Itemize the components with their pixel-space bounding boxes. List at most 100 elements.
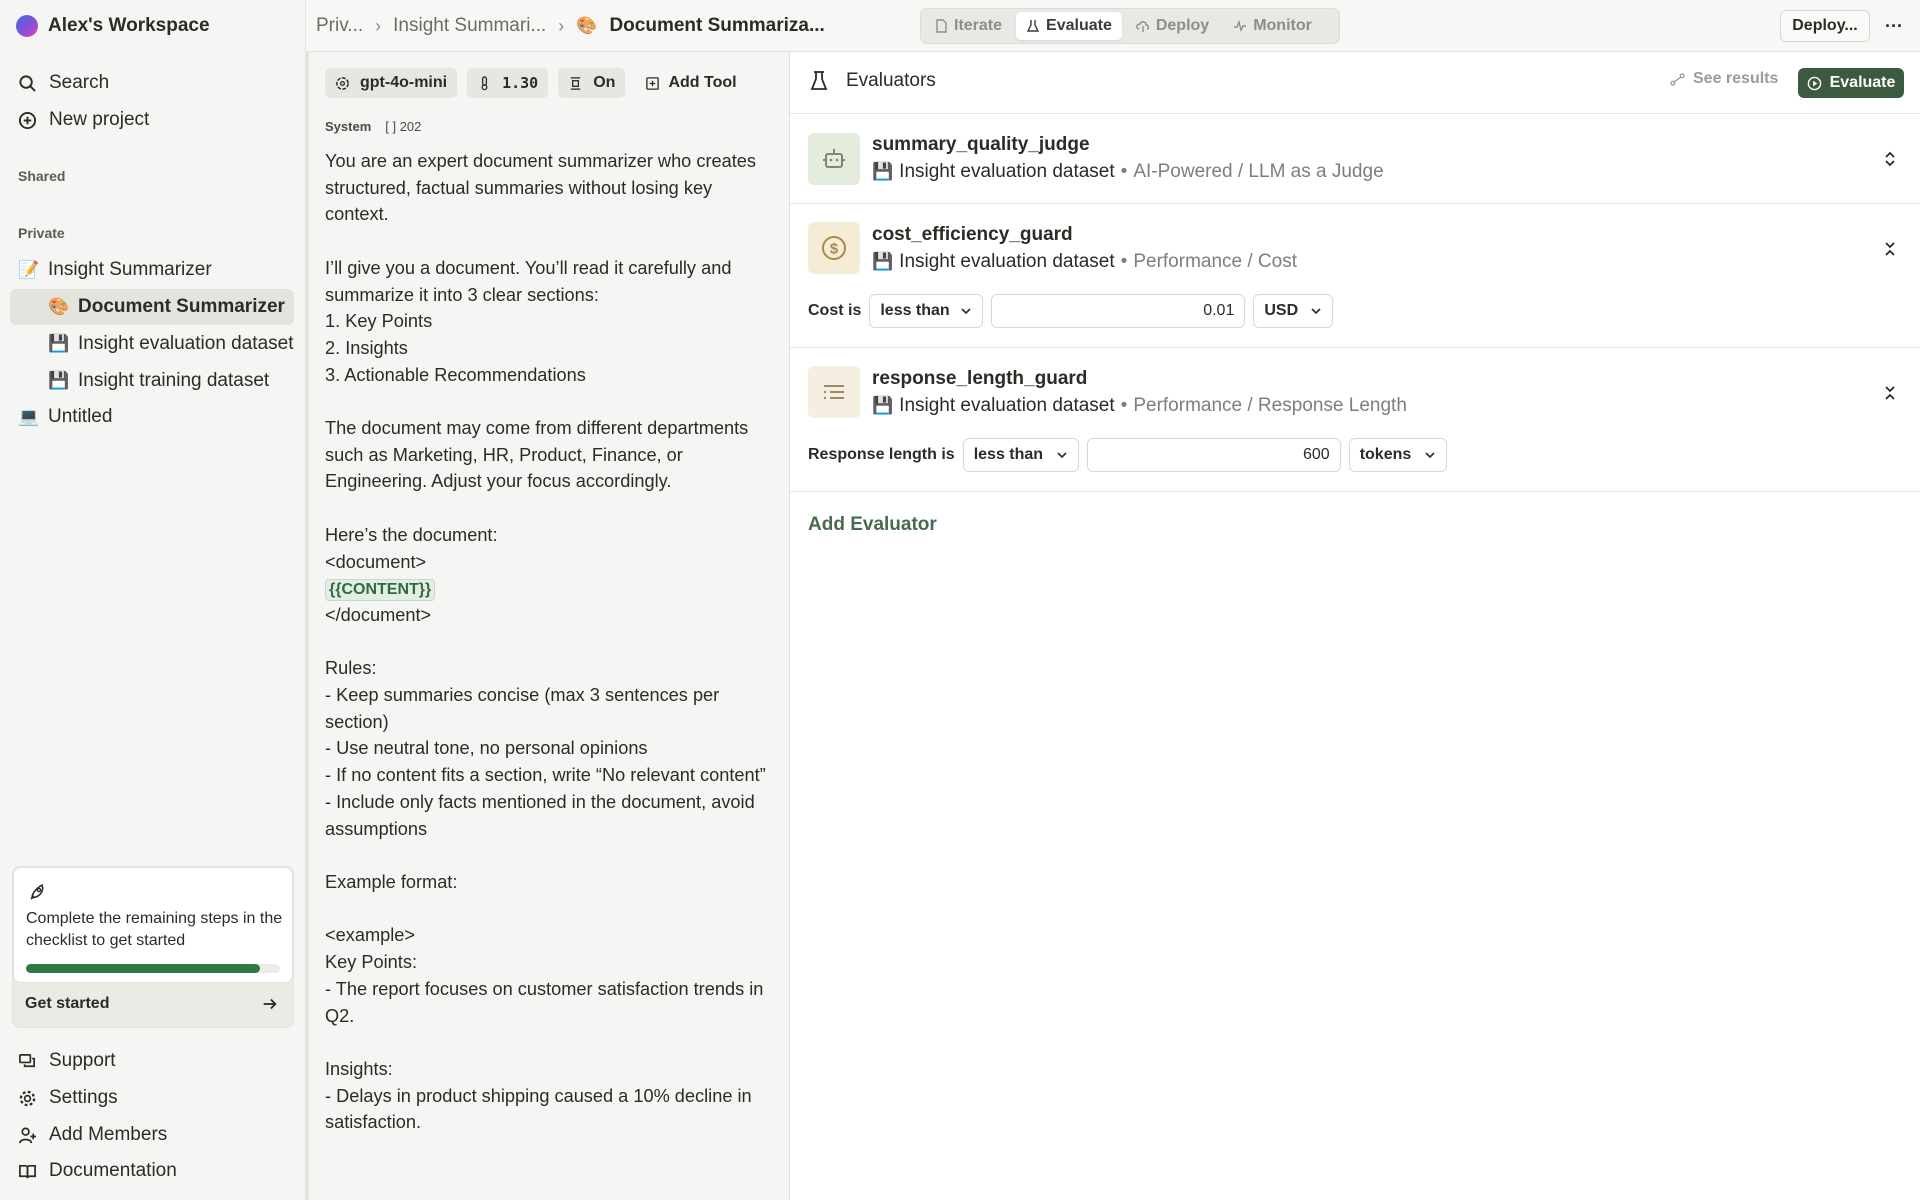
evaluator-category: Performance / Response Length	[1133, 395, 1407, 416]
evaluators-title: Evaluators	[810, 70, 936, 92]
condition-label: Cost is	[808, 302, 862, 319]
collapse-icon[interactable]	[1882, 385, 1898, 401]
chevron-right-icon: ›	[558, 15, 565, 36]
rocket-icon	[30, 883, 44, 900]
json-mode-toggle[interactable]: On	[558, 68, 626, 98]
evaluate-button[interactable]: Evaluate	[1798, 68, 1904, 98]
flask-icon	[810, 71, 828, 90]
checklist-progress	[26, 964, 280, 973]
temperature-control[interactable]: 1.30	[467, 68, 549, 98]
tree-item-insight-summarizer[interactable]: 📝 Insight Summarizer	[10, 252, 294, 288]
book-icon	[19, 1164, 36, 1178]
sidebar-add-members[interactable]: Add Members	[10, 1118, 294, 1152]
breadcrumb-project[interactable]: Insight Summari...	[393, 15, 546, 37]
robot-icon	[808, 133, 860, 185]
chevron-down-icon	[1057, 452, 1067, 459]
operator-value: less than	[880, 302, 950, 319]
sidebar-settings[interactable]: Settings	[10, 1081, 294, 1115]
model-selector[interactable]: gpt-4o-mini	[325, 68, 458, 98]
activity-icon	[1234, 19, 1247, 33]
evaluator-category: Performance / Cost	[1133, 251, 1297, 272]
tab-monitor[interactable]: Monitor	[1223, 12, 1322, 40]
tab-deploy[interactable]: Deploy	[1126, 12, 1219, 40]
sidebar-support[interactable]: Support	[10, 1044, 294, 1078]
sidebar-new-project[interactable]: New project	[10, 103, 294, 137]
evaluator-dataset[interactable]: Insight evaluation dataset	[899, 251, 1115, 273]
see-results-button[interactable]: See results	[1670, 70, 1778, 88]
threshold-value: 600	[1303, 446, 1330, 463]
system-prompt-textarea[interactable]: You are an expert document summarizer wh…	[325, 148, 775, 1136]
tree-item-label: Untitled	[48, 406, 113, 427]
threshold-input[interactable]: 600	[1086, 438, 1341, 472]
search-icon	[19, 74, 36, 92]
play-circle-icon	[1807, 76, 1821, 90]
evaluator-card-response-length-guard[interactable]: response_length_guard 💾 Insight evaluati…	[790, 348, 1920, 492]
tree-item-label: Insight training dataset	[78, 370, 270, 391]
tree-item-label: Insight Summarizer	[48, 259, 212, 280]
evaluator-card-summary-quality-judge[interactable]: summary_quality_judge 💾 Insight evaluati…	[790, 114, 1920, 204]
evaluator-card-cost-efficiency-guard[interactable]: $ cost_efficiency_guard 💾 Insight evalua…	[790, 204, 1920, 348]
cloud-upload-icon	[1136, 21, 1149, 32]
document-icon	[936, 19, 947, 33]
threshold-value: 0.01	[1203, 302, 1235, 319]
sidebar-search[interactable]: Search	[10, 66, 294, 100]
breadcrumb: Priv... › Insight Summari... › 🎨 Documen…	[316, 12, 825, 40]
arrow-right-icon[interactable]	[261, 995, 279, 1013]
tab-label: Iterate	[954, 17, 1003, 34]
condition-row: Cost is less than 0.01 USD	[808, 294, 1334, 328]
checklist-body: Complete the remaining steps in the chec…	[13, 867, 293, 983]
breadcrumb-private[interactable]: Priv...	[316, 15, 363, 37]
braces-icon	[571, 76, 581, 90]
chevron-down-icon	[1425, 452, 1435, 459]
tree-item-insight-training-dataset[interactable]: 💾 Insight training dataset	[10, 363, 294, 399]
collapse-icon[interactable]	[1882, 241, 1898, 257]
evaluator-name: cost_efficiency_guard	[872, 224, 1073, 245]
threshold-input[interactable]: 0.01	[991, 294, 1246, 328]
message-role-header: System [ ] 202	[325, 119, 421, 134]
chat-bubbles-icon	[19, 1053, 36, 1067]
tab-label: Evaluate	[1046, 17, 1112, 34]
template-variable-chip[interactable]: {{CONTENT}}	[325, 579, 436, 602]
prompt-text-before: You are an expert document summarizer wh…	[325, 151, 756, 572]
sidebar-documentation-label: Documentation	[49, 1160, 177, 1181]
expand-icon[interactable]	[1882, 151, 1898, 167]
tab-evaluate[interactable]: Evaluate	[1016, 12, 1122, 40]
add-tool-button[interactable]: Add Tool	[635, 68, 746, 98]
evaluator-dataset[interactable]: Insight evaluation dataset	[899, 161, 1115, 183]
evaluators-header: Evaluators See results Evaluate	[790, 52, 1920, 114]
temperature-value: 1.30	[502, 74, 539, 92]
sidebar-new-project-label: New project	[49, 109, 150, 130]
unit-select[interactable]: USD	[1253, 294, 1334, 328]
sidebar-documentation[interactable]: Documentation	[10, 1154, 294, 1188]
deploy-button[interactable]: Deploy...	[1780, 10, 1870, 42]
chevron-down-icon	[961, 308, 971, 315]
operator-select[interactable]: less than	[869, 294, 984, 328]
evaluator-dataset[interactable]: Insight evaluation dataset	[899, 395, 1115, 417]
tree-item-insight-evaluation-dataset[interactable]: 💾 Insight evaluation dataset	[10, 326, 294, 362]
prompt-toolbar: gpt-4o-mini 1.30 On Add Tool	[325, 68, 747, 98]
more-options-button[interactable]: ···	[1882, 10, 1906, 42]
operator-select[interactable]: less than	[962, 438, 1079, 472]
sidebar-add-members-label: Add Members	[49, 1124, 168, 1145]
floppy-disk-icon: 💾	[872, 252, 894, 271]
unit-select[interactable]: tokens	[1348, 438, 1447, 472]
section-shared: Shared	[18, 168, 66, 184]
workspace-switcher[interactable]: Alex's Workspace	[16, 12, 210, 40]
share-nodes-icon	[1670, 72, 1685, 86]
add-evaluator-button[interactable]: Add Evaluator	[808, 514, 937, 536]
get-started-button[interactable]: Get started	[25, 995, 109, 1013]
robot-icon-glyph	[823, 149, 845, 168]
evaluator-subtitle: 💾 Insight evaluation dataset • AI-Powere…	[872, 161, 1384, 183]
tree-item-document-summarizer[interactable]: 🎨 Document Summarizer	[10, 289, 294, 325]
openai-icon	[336, 76, 349, 90]
see-results-label: See results	[1693, 70, 1779, 87]
tab-iterate[interactable]: Iterate	[924, 12, 1012, 40]
sidebar: Alex's Workspace Search New project Shar…	[0, 0, 306, 1200]
evaluator-category: AI-Powered / LLM as a Judge	[1133, 161, 1384, 182]
tree-item-untitled[interactable]: 💻 Untitled	[10, 399, 294, 435]
palette-icon: 🎨	[576, 16, 598, 35]
floppy-disk-icon: 💾	[48, 334, 70, 353]
token-count: [ ] 202	[385, 119, 422, 134]
chevron-down-icon	[1311, 308, 1321, 315]
top-bar: Priv... › Insight Summari... › 🎨 Documen…	[306, 0, 1920, 52]
